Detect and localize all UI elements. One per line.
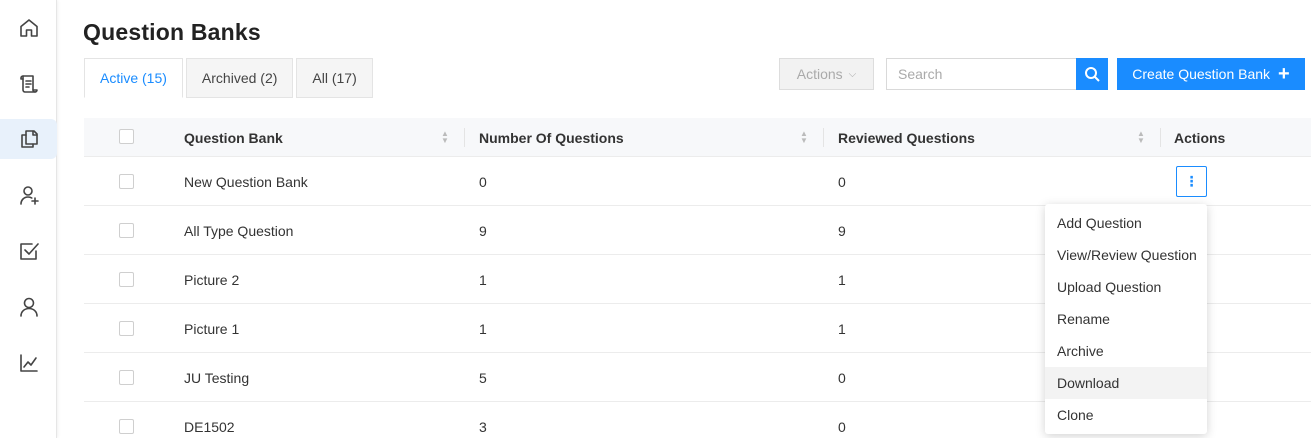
row-checkbox[interactable]	[119, 419, 134, 434]
chevron-down-icon: ⌵	[848, 68, 857, 80]
nav-users[interactable]	[0, 287, 57, 327]
sidebar	[0, 0, 57, 438]
table-header: Question Bank ▲ ▼ Number Of Questions ▲ ▼ …	[84, 118, 1311, 157]
number-of-questions: 5	[479, 369, 487, 386]
row-checkbox[interactable]	[119, 174, 134, 189]
table-row: New Question Bank 0 0 ⋮	[84, 157, 1311, 206]
column-header-number-of-questions[interactable]: Number Of Questions	[479, 118, 624, 157]
number-of-questions: 3	[479, 418, 487, 435]
tab-active[interactable]: Active (15)	[84, 58, 183, 98]
row-checkbox[interactable]	[119, 223, 134, 238]
home-icon	[19, 19, 38, 37]
menu-item-add-question[interactable]: Add Question	[1045, 207, 1207, 239]
nav-reports[interactable]	[0, 343, 57, 383]
add-user-icon	[19, 186, 39, 205]
nav-question-banks[interactable]	[0, 119, 57, 159]
question-bank-name[interactable]: DE1502	[184, 402, 235, 438]
search-box	[886, 58, 1108, 90]
reviewed-questions: 0	[838, 369, 846, 386]
row-actions-menu: Add Question View/Review Question Upload…	[1045, 204, 1207, 434]
nav-home[interactable]	[0, 8, 57, 48]
number-of-questions: 1	[479, 320, 487, 337]
search-icon	[1085, 67, 1100, 82]
number-of-questions: 1	[479, 271, 487, 288]
nav-tasks[interactable]	[0, 231, 57, 271]
menu-item-upload-question[interactable]: Upload Question	[1045, 271, 1207, 303]
row-checkbox[interactable]	[119, 272, 134, 287]
tab-all[interactable]: All (17)	[296, 58, 373, 98]
menu-item-rename[interactable]: Rename	[1045, 303, 1207, 335]
column-header-reviewed-questions[interactable]: Reviewed Questions	[838, 118, 975, 157]
reviewed-questions: 9	[838, 222, 846, 239]
reviewed-questions: 1	[838, 271, 846, 288]
create-question-bank-label: Create Question Bank	[1132, 66, 1271, 82]
menu-item-view-review-question[interactable]: View/Review Question	[1045, 239, 1207, 271]
sort-icon[interactable]: ▲ ▼	[441, 130, 449, 145]
page-title: Question Banks	[83, 19, 261, 45]
status-tabs: Active (15) Archived (2) All (17)	[84, 58, 376, 98]
row-actions-button[interactable]: ⋮	[1176, 166, 1207, 197]
copy-icon	[20, 130, 38, 148]
chart-icon	[19, 354, 38, 372]
menu-item-archive[interactable]: Archive	[1045, 335, 1207, 367]
plus-icon: +	[1278, 63, 1290, 85]
question-bank-name[interactable]: JU Testing	[184, 353, 249, 402]
sort-icon[interactable]: ▲ ▼	[1137, 130, 1145, 145]
number-of-questions: 9	[479, 222, 487, 239]
reviewed-questions: 0	[838, 418, 846, 435]
question-bank-name[interactable]: Picture 2	[184, 255, 239, 304]
menu-item-clone[interactable]: Clone	[1045, 399, 1207, 431]
bulk-actions-label: Actions	[796, 66, 843, 82]
question-bank-name[interactable]: New Question Bank	[184, 157, 308, 206]
reviewed-questions: 0	[838, 173, 846, 190]
question-bank-name[interactable]: All Type Question	[184, 206, 293, 255]
column-header-actions: Actions	[1174, 129, 1226, 146]
column-header-question-bank[interactable]: Question Bank	[184, 118, 283, 157]
column-divider	[1160, 128, 1161, 147]
reviewed-questions: 1	[838, 320, 846, 337]
bulk-actions-button[interactable]: Actions ⌵	[779, 58, 874, 90]
menu-item-download[interactable]: Download	[1045, 367, 1207, 399]
column-divider	[823, 128, 824, 147]
row-checkbox[interactable]	[119, 370, 134, 385]
search-input[interactable]	[886, 58, 1076, 90]
checkbox-icon	[19, 243, 39, 260]
tab-archived[interactable]: Archived (2)	[185, 58, 294, 98]
more-vertical-icon: ⋮	[1184, 173, 1199, 189]
create-question-bank-button[interactable]: Create Question Bank +	[1117, 58, 1305, 90]
nav-add-user[interactable]	[0, 175, 57, 215]
row-checkbox[interactable]	[119, 321, 134, 336]
search-button[interactable]	[1076, 58, 1108, 90]
nav-courses[interactable]	[0, 64, 57, 104]
column-divider	[464, 128, 465, 147]
number-of-questions: 0	[479, 173, 487, 190]
question-bank-name[interactable]: Picture 1	[184, 304, 239, 353]
scroll-icon	[19, 75, 38, 93]
user-icon	[19, 297, 38, 317]
select-all-checkbox[interactable]	[119, 129, 134, 144]
sort-icon[interactable]: ▲ ▼	[800, 130, 808, 145]
